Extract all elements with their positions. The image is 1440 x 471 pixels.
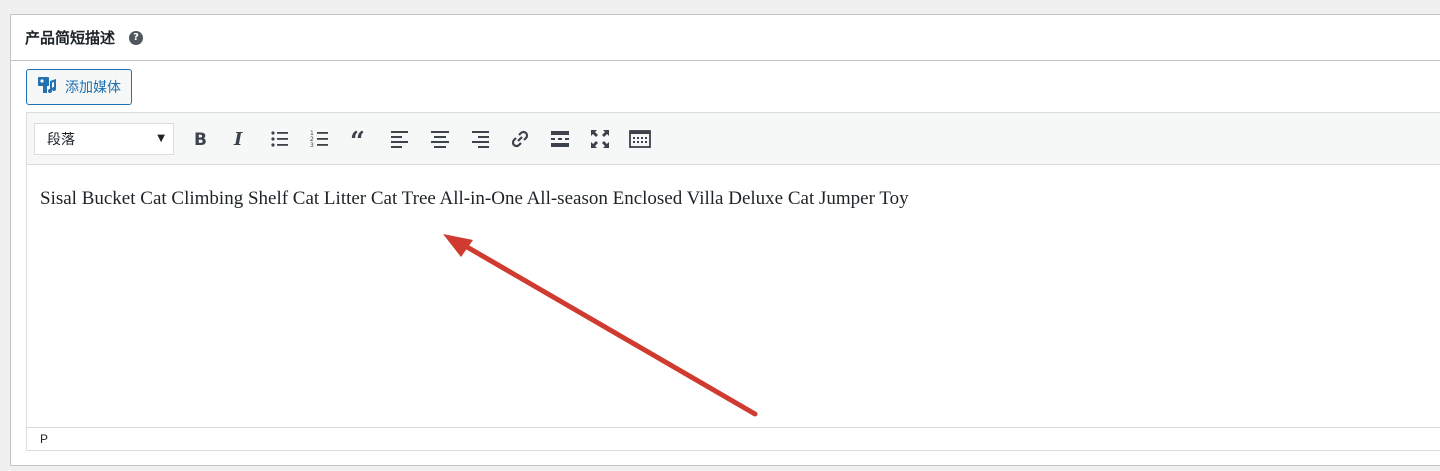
italic-icon: I bbox=[233, 129, 243, 150]
fullscreen-icon bbox=[591, 129, 609, 148]
chevron-down-icon: ▼ bbox=[157, 133, 165, 144]
read-more-icon bbox=[551, 130, 569, 147]
align-right-icon bbox=[472, 130, 489, 148]
link-icon bbox=[511, 130, 529, 147]
bulleted-list-icon bbox=[271, 130, 288, 147]
fullscreen-button[interactable] bbox=[580, 123, 620, 155]
format-select-value: 段落 bbox=[47, 131, 75, 148]
numbered-list-button[interactable]: 1 2 3 bbox=[300, 123, 340, 155]
toolbar-toggle-icon bbox=[629, 129, 651, 148]
status-path-p[interactable]: P bbox=[40, 432, 48, 446]
svg-text:3: 3 bbox=[310, 142, 314, 149]
align-center-button[interactable] bbox=[420, 123, 460, 155]
align-left-button[interactable] bbox=[380, 123, 420, 155]
bulleted-list-button[interactable] bbox=[260, 123, 300, 155]
format-select[interactable]: 段落 ▼ bbox=[34, 122, 174, 155]
align-center-icon bbox=[431, 130, 449, 148]
blockquote-button[interactable]: “ bbox=[340, 123, 380, 155]
link-button[interactable] bbox=[500, 123, 540, 155]
svg-text:“: “ bbox=[350, 128, 365, 150]
align-right-button[interactable] bbox=[460, 123, 500, 155]
media-buttons-row: 添加媒体 bbox=[11, 61, 1440, 111]
add-media-label: 添加媒体 bbox=[65, 80, 121, 96]
bold-icon: B bbox=[194, 130, 207, 150]
short-description-panel: 产品简短描述 ? 添加媒体 段落 ▼ B I 1 2 3 “ Sisal Buc… bbox=[10, 14, 1440, 466]
bold-button[interactable]: B bbox=[180, 123, 220, 155]
editor-content-text[interactable]: Sisal Bucket Cat Climbing Shelf Cat Litt… bbox=[40, 188, 909, 210]
svg-text:I: I bbox=[233, 129, 243, 150]
visual-editor: 段落 ▼ B I 1 2 3 “ Sisal Bucket Cat Climbi… bbox=[26, 112, 1440, 451]
editor-content-area[interactable]: Sisal Bucket Cat Climbing Shelf Cat Litt… bbox=[27, 165, 1440, 427]
italic-button[interactable]: I bbox=[220, 123, 260, 155]
align-left-icon bbox=[391, 130, 408, 148]
panel-title: 产品简短描述 bbox=[25, 29, 116, 47]
numbered-list-icon: 1 2 3 bbox=[310, 130, 328, 149]
media-icon bbox=[37, 75, 57, 99]
toolbar-toggle-button[interactable] bbox=[620, 123, 660, 155]
help-icon[interactable]: ? bbox=[129, 30, 144, 45]
add-media-button[interactable]: 添加媒体 bbox=[26, 69, 132, 105]
editor-status-path: P bbox=[27, 427, 1440, 450]
panel-header: 产品简短描述 ? bbox=[11, 15, 1440, 61]
svg-text:B: B bbox=[194, 130, 207, 150]
editor-toolbar: 段落 ▼ B I 1 2 3 “ bbox=[27, 113, 1440, 165]
blockquote-icon: “ bbox=[350, 128, 365, 150]
read-more-button[interactable] bbox=[540, 123, 580, 155]
